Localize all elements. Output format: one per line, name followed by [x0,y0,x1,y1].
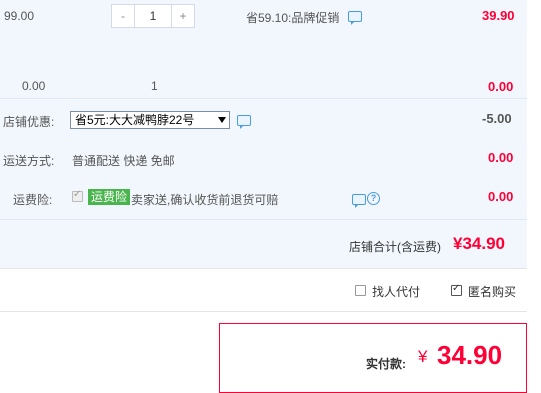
shipping-amount: 0.00 [488,150,514,165]
pay-label: 实付款: [366,357,406,371]
promo-text: 省59.10:品牌促销 [246,11,340,25]
shop-discount-select[interactable]: 省5元:大大减鸭脖22号 [70,111,230,129]
divider [0,311,527,312]
shop-total-label: 店铺合计(含运费) [349,240,441,254]
chevron-down-icon [218,117,226,123]
row-amount: 0.00 [488,79,514,94]
order-section [0,0,527,268]
insurance-tag: 运费险 [88,189,131,205]
shop-total-amount: ¥34.90 [453,234,505,253]
quantity-stepper[interactable]: - + [111,4,195,28]
pay-currency: ¥ [418,347,428,366]
chat-icon[interactable] [348,11,362,25]
pay-amount: 34.90 [437,340,503,370]
proxy-pay-checkbox[interactable] [355,285,366,296]
item-subtotal: 39.90 [482,8,515,23]
divider [0,98,527,99]
chat-icon[interactable] [352,194,366,208]
shipping-label: 运送方式: [3,154,55,168]
quantity-input[interactable] [135,5,171,27]
quantity-decrease-button[interactable]: - [112,5,135,27]
shipping-options: 普通配送 快递 免邮 [72,154,175,168]
divider [0,219,527,220]
shop-discount-amount: -5.00 [482,111,512,126]
proxy-pay-label[interactable]: 找人代付 [372,283,420,300]
row-price: 0.00 [22,79,46,93]
item-price: 99.00 [4,9,35,23]
help-icon[interactable]: ? [367,192,380,205]
insurance-label: 运费险: [13,193,53,207]
chat-icon[interactable] [237,115,251,129]
divider [0,268,527,269]
anonymous-label[interactable]: 匿名购买 [468,283,516,300]
shop-discount-selected: 省5元:大大减鸭脖22号 [75,113,195,127]
insurance-checkbox[interactable] [72,189,83,202]
insurance-amount: 0.00 [488,189,514,204]
insurance-text: 卖家送,确认收货前退货可赔 [131,193,279,207]
anonymous-checkbox[interactable] [451,283,462,296]
quantity-increase-button[interactable]: + [171,5,194,27]
row-quantity: 1 [151,79,158,93]
shop-discount-label: 店铺优惠: [3,115,55,129]
